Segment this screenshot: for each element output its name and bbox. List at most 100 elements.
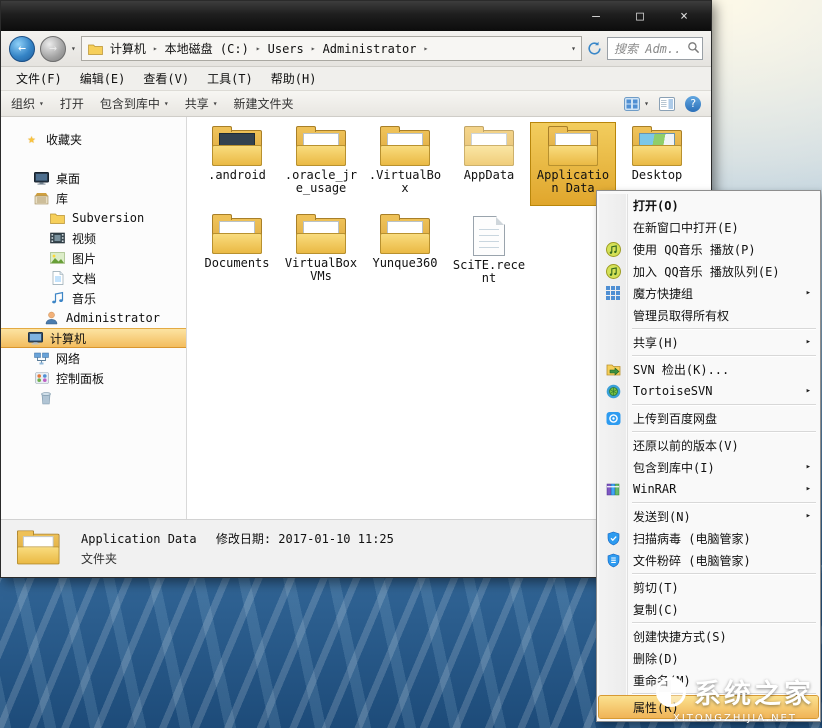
- breadcrumb-computer[interactable]: 计算机: [105, 39, 151, 58]
- menu-item-upload-baidu-netdisk[interactable]: 上传到百度网盘: [599, 407, 818, 429]
- file-virtualbox[interactable]: .VirtualBox: [363, 123, 447, 205]
- menu-item-restore-previous-versions[interactable]: 还原以前的版本(V): [599, 434, 818, 456]
- new-folder-button[interactable]: 新建文件夹: [234, 95, 294, 112]
- submenu-arrow-icon: ▸: [806, 511, 811, 521]
- file-name: SciTE.recent: [447, 259, 531, 285]
- submenu-arrow-icon: ▸: [806, 386, 811, 396]
- breadcrumb-users[interactable]: Users: [263, 41, 309, 57]
- control-panel-icon: [33, 372, 50, 384]
- search-icon: [687, 41, 700, 57]
- recent-pages-dropdown[interactable]: ▾: [71, 44, 76, 53]
- share-button[interactable]: 共享 ▾: [185, 95, 218, 112]
- file-scite-recent[interactable]: SciTE.recent: [447, 211, 531, 293]
- breadcrumb-local-disk-c[interactable]: 本地磁盘 (C:): [160, 39, 254, 58]
- chevron-down-icon: ▾: [644, 99, 649, 108]
- help-button[interactable]: ?: [685, 96, 701, 112]
- menu-item-scan-virus[interactable]: 扫描病毒 (电脑管家): [599, 527, 818, 549]
- menu-help[interactable]: 帮助(H): [262, 68, 326, 89]
- sidebar-item-videos[interactable]: 视频: [1, 228, 186, 248]
- sidebar-item-computer[interactable]: 计算机: [1, 328, 186, 348]
- context-menu: 打开(O) 在新窗口中打开(E) 使用 QQ音乐 播放(P) 加入 QQ音乐 播…: [596, 190, 821, 722]
- sidebar-item-network[interactable]: 网络: [1, 348, 186, 368]
- submenu-arrow-icon: ▸: [806, 462, 811, 472]
- details-file-name: Application Data: [81, 532, 197, 546]
- menu-item-svn-checkout[interactable]: SVN 检出(K)...: [599, 358, 818, 380]
- sidebar-item-desktop[interactable]: 桌面: [1, 168, 186, 188]
- address-bar[interactable]: 计算机 ▸ 本地磁盘 (C:) ▸ Users ▸ Administrator …: [81, 36, 582, 61]
- menu-item-send-to[interactable]: 发送到(N) ▸: [599, 505, 818, 527]
- menu-bar: 文件(F) 编辑(E) 查看(V) 工具(T) 帮助(H): [1, 67, 711, 91]
- address-history-dropdown[interactable]: ▾: [571, 44, 576, 53]
- organize-label: 组织: [11, 95, 35, 112]
- refresh-button[interactable]: [587, 41, 602, 56]
- menu-item-tortoisesvn[interactable]: TortoiseSVN ▸: [599, 380, 818, 402]
- file-virtualbox-vms[interactable]: VirtualBox VMs: [279, 211, 363, 293]
- menu-tools[interactable]: 工具(T): [198, 68, 262, 89]
- menu-item-open-new-window[interactable]: 在新窗口中打开(E): [599, 216, 818, 238]
- search-box: [607, 37, 703, 60]
- sidebar-item-control-panel[interactable]: 控制面板: [1, 368, 186, 388]
- sidebar-item-label: 文档: [72, 270, 96, 287]
- menu-item-share[interactable]: 共享(H) ▸: [599, 331, 818, 353]
- change-view-button[interactable]: ▾: [624, 97, 649, 111]
- back-button[interactable]: ←: [9, 36, 35, 62]
- recycle-bin-icon: [37, 391, 54, 405]
- file-oracle-jre-usage[interactable]: .oracle_jre_usage: [279, 123, 363, 205]
- chevron-down-icon: ▾: [213, 99, 218, 108]
- breadcrumb-administrator[interactable]: Administrator: [318, 41, 422, 57]
- menu-item-qq-music-queue[interactable]: 加入 QQ音乐 播放队列(E): [599, 260, 818, 282]
- sidebar-item-label: 控制面板: [56, 370, 104, 387]
- computer-icon: [27, 332, 44, 345]
- menu-item-qq-music-play[interactable]: 使用 QQ音乐 播放(P): [599, 238, 818, 260]
- sidebar-item-libraries[interactable]: 库: [1, 188, 186, 208]
- menu-item-cut[interactable]: 剪切(T): [599, 576, 818, 598]
- file-android[interactable]: .android: [195, 123, 279, 205]
- mofang-grid-icon: [605, 285, 621, 301]
- sidebar-item-pictures[interactable]: 图片: [1, 248, 186, 268]
- file-yunque360[interactable]: Yunque360: [363, 211, 447, 293]
- preview-pane-icon: [659, 97, 675, 111]
- file-name: Yunque360: [363, 257, 447, 270]
- maximize-button[interactable]: □: [631, 9, 649, 24]
- menu-item-file-shredder[interactable]: 文件粉碎 (电脑管家): [599, 549, 818, 571]
- folder-icon: [380, 218, 430, 254]
- file-name: AppData: [447, 169, 531, 182]
- minimize-button[interactable]: —: [587, 9, 605, 24]
- menu-item-include-in-library[interactable]: 包含到库中(I) ▸: [599, 456, 818, 478]
- organize-button[interactable]: 组织 ▾: [11, 95, 44, 112]
- sidebar-item-subversion[interactable]: Subversion: [1, 208, 186, 228]
- menu-edit[interactable]: 编辑(E): [71, 68, 135, 89]
- forward-button[interactable]: →: [40, 36, 66, 62]
- sidebar-item-label: 桌面: [56, 170, 80, 187]
- menu-item-mofang-quick-group[interactable]: 魔方快捷组 ▸: [599, 282, 818, 304]
- sidebar-item-administrator[interactable]: Administrator: [1, 308, 186, 328]
- open-button[interactable]: 打开: [60, 95, 84, 112]
- pictures-icon: [49, 252, 66, 264]
- tortoisesvn-icon: [605, 383, 621, 399]
- close-button[interactable]: ×: [675, 9, 693, 24]
- baidu-netdisk-icon: [605, 410, 621, 426]
- folder-icon: [212, 218, 262, 254]
- address-toolbar: ← → ▾ 计算机 ▸ 本地磁盘 (C:) ▸ Users ▸ Administ…: [1, 31, 711, 67]
- menu-item-take-ownership[interactable]: 管理员取得所有权: [599, 304, 818, 326]
- menu-item-create-shortcut[interactable]: 创建快捷方式(S): [599, 625, 818, 647]
- sidebar-item-music[interactable]: 音乐: [1, 288, 186, 308]
- menu-item-open[interactable]: 打开(O): [599, 194, 818, 216]
- breadcrumb-separator-icon: ▸: [310, 44, 317, 53]
- menu-view[interactable]: 查看(V): [134, 68, 198, 89]
- menu-item-copy[interactable]: 复制(C): [599, 598, 818, 620]
- file-documents[interactable]: Documents: [195, 211, 279, 293]
- sidebar-item-documents[interactable]: 文档: [1, 268, 186, 288]
- folder-icon: [296, 218, 346, 254]
- preview-pane-button[interactable]: [659, 97, 675, 111]
- file-name: .VirtualBox: [363, 169, 447, 195]
- sidebar-item-favorites[interactable]: ★ 收藏夹: [1, 129, 186, 149]
- include-in-library-button[interactable]: 包含到库中 ▾: [100, 95, 169, 112]
- file-appdata[interactable]: AppData: [447, 123, 531, 205]
- sidebar-item-label: Subversion: [72, 211, 144, 225]
- menu-separator: [632, 404, 816, 405]
- menu-file[interactable]: 文件(F): [7, 68, 71, 89]
- sidebar-item-recycle-bin[interactable]: [1, 388, 186, 408]
- menu-item-winrar[interactable]: WinRAR ▸: [599, 478, 818, 500]
- menu-item-delete[interactable]: 删除(D): [599, 647, 818, 669]
